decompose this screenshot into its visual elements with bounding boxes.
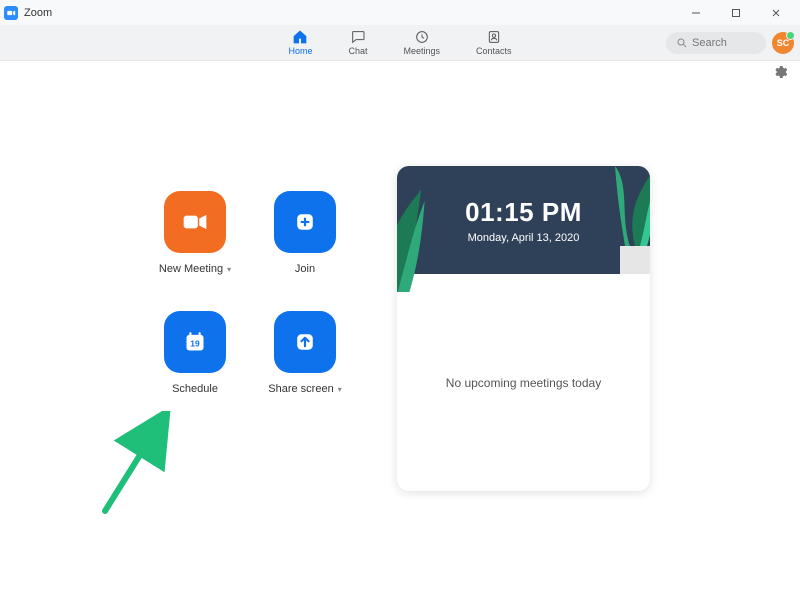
join-button[interactable] — [274, 191, 336, 253]
schedule-button[interactable]: 19 — [164, 311, 226, 373]
window-controls — [676, 1, 796, 25]
new-meeting-label: New Meeting — [159, 263, 223, 275]
info-card: 01:15 PM Monday, April 13, 2020 No upcom… — [397, 166, 650, 491]
tab-meetings[interactable]: Meetings — [397, 27, 446, 58]
plant-decoration-right — [600, 166, 650, 274]
tab-home-label: Home — [288, 46, 312, 56]
maximize-button[interactable] — [716, 1, 756, 25]
video-icon — [178, 205, 212, 239]
share-screen-label-row[interactable]: Share screen ▾ — [268, 383, 341, 395]
window-title: Zoom — [24, 7, 52, 19]
tab-contacts-label: Contacts — [476, 46, 512, 56]
close-button[interactable] — [756, 1, 796, 25]
search-placeholder: Search — [692, 37, 727, 49]
clock-icon — [414, 29, 430, 45]
window-titlebar: Zoom — [0, 0, 800, 25]
card-time: 01:15 PM — [465, 197, 582, 228]
action-grid: New Meeting ▾ Join — [140, 191, 360, 431]
card-header: 01:15 PM Monday, April 13, 2020 — [397, 166, 650, 274]
tab-chat[interactable]: Chat — [342, 27, 373, 58]
action-schedule: 19 Schedule — [140, 311, 250, 431]
calendar-day-text: 19 — [190, 338, 200, 348]
plus-icon — [288, 205, 322, 239]
chevron-down-icon: ▾ — [227, 265, 231, 274]
home-icon — [292, 29, 308, 45]
chevron-down-icon: ▾ — [338, 385, 342, 394]
plant-decoration-left — [397, 166, 427, 292]
action-new-meeting: New Meeting ▾ — [140, 191, 250, 311]
minimize-button[interactable] — [676, 1, 716, 25]
app-icon — [4, 6, 18, 20]
action-join: Join — [250, 191, 360, 311]
join-label-row: Join — [295, 263, 315, 275]
arrow-up-icon — [288, 325, 322, 359]
share-screen-button[interactable] — [274, 311, 336, 373]
tab-contacts[interactable]: Contacts — [470, 27, 518, 58]
navbar: Home Chat Meetings Contacts Search SC — [0, 25, 800, 61]
nav-tabs: Home Chat Meetings Contacts — [282, 27, 517, 58]
new-meeting-label-row[interactable]: New Meeting ▾ — [159, 263, 231, 275]
join-label: Join — [295, 263, 315, 275]
avatar[interactable]: SC — [772, 32, 794, 54]
card-date: Monday, April 13, 2020 — [468, 232, 580, 244]
titlebar-left: Zoom — [4, 6, 52, 20]
new-meeting-button[interactable] — [164, 191, 226, 253]
schedule-label-row: Schedule — [172, 383, 218, 395]
tab-meetings-label: Meetings — [403, 46, 440, 56]
main-area: New Meeting ▾ Join — [0, 61, 800, 601]
avatar-initials: SC — [777, 38, 790, 48]
empty-meetings-text: No upcoming meetings today — [446, 376, 601, 390]
contacts-icon — [486, 29, 502, 45]
share-screen-label: Share screen — [268, 383, 333, 395]
tab-chat-label: Chat — [348, 46, 367, 56]
search-input[interactable]: Search — [666, 32, 766, 54]
action-share-screen: Share screen ▾ — [250, 311, 360, 431]
nav-right: Search SC — [666, 32, 794, 54]
schedule-label: Schedule — [172, 383, 218, 395]
search-icon — [676, 37, 688, 49]
chat-icon — [350, 29, 366, 45]
calendar-icon: 19 — [178, 325, 212, 359]
actions-area: New Meeting ▾ Join — [0, 61, 400, 601]
tab-home[interactable]: Home — [282, 27, 318, 58]
card-body: No upcoming meetings today — [397, 274, 650, 491]
